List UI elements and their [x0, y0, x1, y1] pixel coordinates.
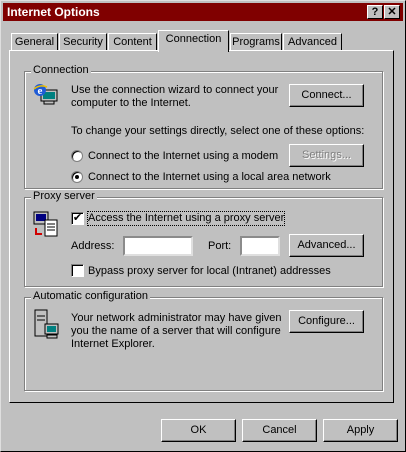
cancel-button-label: Cancel — [262, 424, 297, 436]
tab-connection[interactable]: Connection — [158, 30, 229, 52]
change-settings-text: To change your settings directly, select… — [71, 125, 365, 137]
ok-button-label: OK — [190, 424, 207, 436]
modem-option-label[interactable]: Connect to the Internet using a modem — [88, 150, 278, 163]
apply-button-label: Apply — [346, 424, 375, 436]
proxy-group-label: Proxy server — [31, 190, 97, 202]
radio-selected-dot — [75, 175, 79, 179]
apply-button[interactable]: Apply — [323, 419, 398, 442]
autoconfig-group-label: Automatic configuration — [31, 290, 150, 302]
autoconfig-text-line-1: Your network administrator may have give… — [71, 312, 282, 324]
advanced-button-label: Advanced... — [297, 239, 356, 251]
tab-programs[interactable]: Programs — [230, 33, 282, 51]
bypass-proxy-checkbox[interactable] — [71, 264, 84, 277]
connection-group: Connection e Use the connection wizard t… — [24, 64, 383, 189]
proxy-server-icon — [33, 210, 61, 240]
address-label: Address: — [71, 240, 115, 252]
proxy-server-group: Proxy server ✔ Access the Internet using… — [24, 190, 383, 287]
use-proxy-label[interactable]: Access the Internet using a proxy server — [86, 211, 286, 226]
advanced-button[interactable]: Advanced... — [289, 234, 364, 257]
wizard-description-line-2: computer to the Internet. — [71, 97, 191, 109]
wizard-description-line-1: Use the connection wizard to connect you… — [71, 84, 279, 96]
port-input[interactable] — [240, 236, 280, 256]
autoconfig-text-line-3: Internet Explorer. — [71, 338, 155, 350]
tab-advanced[interactable]: Advanced — [283, 33, 342, 51]
configure-button-label: Configure... — [298, 315, 355, 327]
close-button[interactable]: ✕ — [384, 5, 400, 19]
tab-general[interactable]: General — [11, 33, 58, 51]
connect-button[interactable]: Connect... — [289, 84, 364, 107]
server-config-icon — [33, 308, 61, 342]
help-button[interactable]: ? — [367, 5, 383, 19]
use-proxy-checkbox[interactable]: ✔ — [71, 212, 84, 225]
settings-button[interactable]: Settings... — [289, 144, 364, 167]
configure-button[interactable]: Configure... — [289, 310, 364, 333]
autoconfig-text-line-2: you the name of a server that will confi… — [71, 325, 281, 337]
modem-radio[interactable] — [71, 150, 83, 162]
port-label: Port: — [208, 240, 232, 252]
title-bar[interactable]: Internet Options ? ✕ — [3, 3, 403, 21]
settings-button-label: Settings... — [302, 149, 351, 161]
tab-content[interactable]: Content — [108, 33, 157, 51]
connect-button-label: Connect... — [301, 89, 352, 101]
tab-security[interactable]: Security — [59, 33, 107, 51]
automatic-configuration-group: Automatic configuration Your network adm… — [24, 290, 383, 391]
connection-tab-panel: Connection e Use the connection wizard t… — [9, 50, 394, 403]
connection-wizard-icon: e — [33, 82, 59, 106]
ok-button[interactable]: OK — [161, 419, 236, 442]
lan-radio[interactable] — [71, 171, 83, 183]
cancel-button[interactable]: Cancel — [242, 419, 317, 442]
address-input[interactable] — [123, 236, 193, 256]
bypass-proxy-label[interactable]: Bypass proxy server for local (Intranet)… — [88, 265, 331, 278]
internet-options-dialog: Internet Options ? ✕ General Security Co… — [0, 0, 406, 452]
connection-group-label: Connection — [31, 64, 91, 76]
window-title: Internet Options — [7, 5, 100, 19]
lan-option-label[interactable]: Connect to the Internet using a local ar… — [88, 171, 331, 184]
